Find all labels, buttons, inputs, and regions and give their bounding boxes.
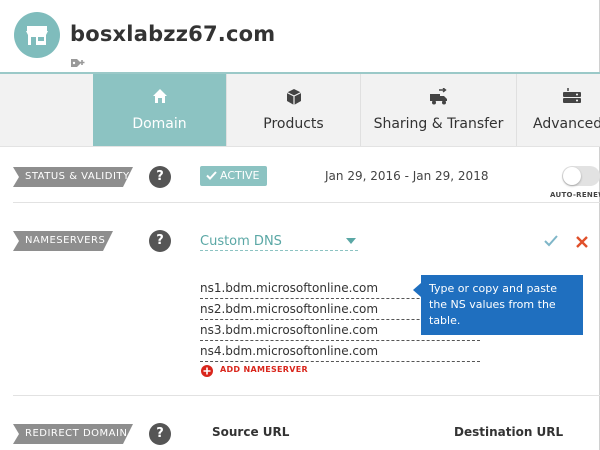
autorenew-label: AUTO-RENEW: [550, 191, 600, 199]
tab-advanced[interactable]: Advanced: [517, 74, 600, 146]
dns-type-select[interactable]: Custom DNS: [200, 230, 358, 251]
tab-advanced-label: Advanced: [533, 116, 600, 132]
add-circle-icon: [201, 365, 213, 377]
checkmark-icon: [544, 235, 558, 247]
domain-nav-bar: Domain Products Sharing & Transfer Advan…: [0, 72, 600, 147]
store-icon: [26, 26, 48, 45]
redirect-help-icon[interactable]: ?: [149, 423, 171, 445]
toggle-knob: [563, 167, 581, 185]
add-nameserver-text: ADD NAMESERVER: [220, 365, 308, 374]
domain-title: bosxlabzz67.com: [70, 22, 276, 46]
divider: [13, 202, 600, 203]
add-tag-icon[interactable]: [70, 54, 86, 73]
status-help-icon[interactable]: ?: [149, 166, 171, 188]
chevron-down-icon: [346, 238, 356, 244]
status-badge-text: ACTIVE: [220, 169, 260, 182]
home-icon: [152, 89, 167, 103]
tab-domain[interactable]: Domain: [93, 74, 227, 146]
tab-sharing-label: Sharing & Transfer: [373, 116, 504, 132]
source-url-header: Source URL: [212, 425, 290, 439]
tab-domain-label: Domain: [132, 116, 187, 132]
server-icon: [563, 88, 581, 103]
validity-dates: Jan 29, 2016 - Jan 29, 2018: [325, 169, 489, 183]
dns-type-value: Custom DNS: [200, 234, 282, 249]
autorenew-toggle[interactable]: [562, 166, 600, 186]
divider: [13, 395, 600, 396]
tab-sharing-transfer[interactable]: Sharing & Transfer: [361, 74, 517, 146]
check-icon: [206, 171, 217, 180]
box-icon: [286, 89, 301, 105]
status-validity-label: STATUS & VALIDITY: [13, 167, 133, 187]
truck-transfer-icon: [429, 88, 447, 105]
status-badge: ACTIVE: [200, 166, 268, 186]
destination-url-header: Destination URL: [454, 425, 564, 439]
close-icon: [576, 236, 588, 248]
cancel-nameservers-button[interactable]: [576, 233, 588, 252]
nameservers-label: NAMESERVERS: [13, 231, 113, 251]
tab-products-label: Products: [263, 116, 324, 132]
nameserver-tooltip: Type or copy and paste the NS values fro…: [413, 275, 583, 335]
tab-products[interactable]: Products: [227, 74, 361, 146]
save-nameservers-button[interactable]: [544, 232, 558, 251]
nameserver-input-4[interactable]: ns4.bdm.microsoftonline.com: [200, 341, 480, 362]
store-logo: [14, 12, 60, 58]
nameservers-help-icon[interactable]: ?: [149, 230, 171, 252]
redirect-domain-label: REDIRECT DOMAIN: [13, 424, 133, 444]
